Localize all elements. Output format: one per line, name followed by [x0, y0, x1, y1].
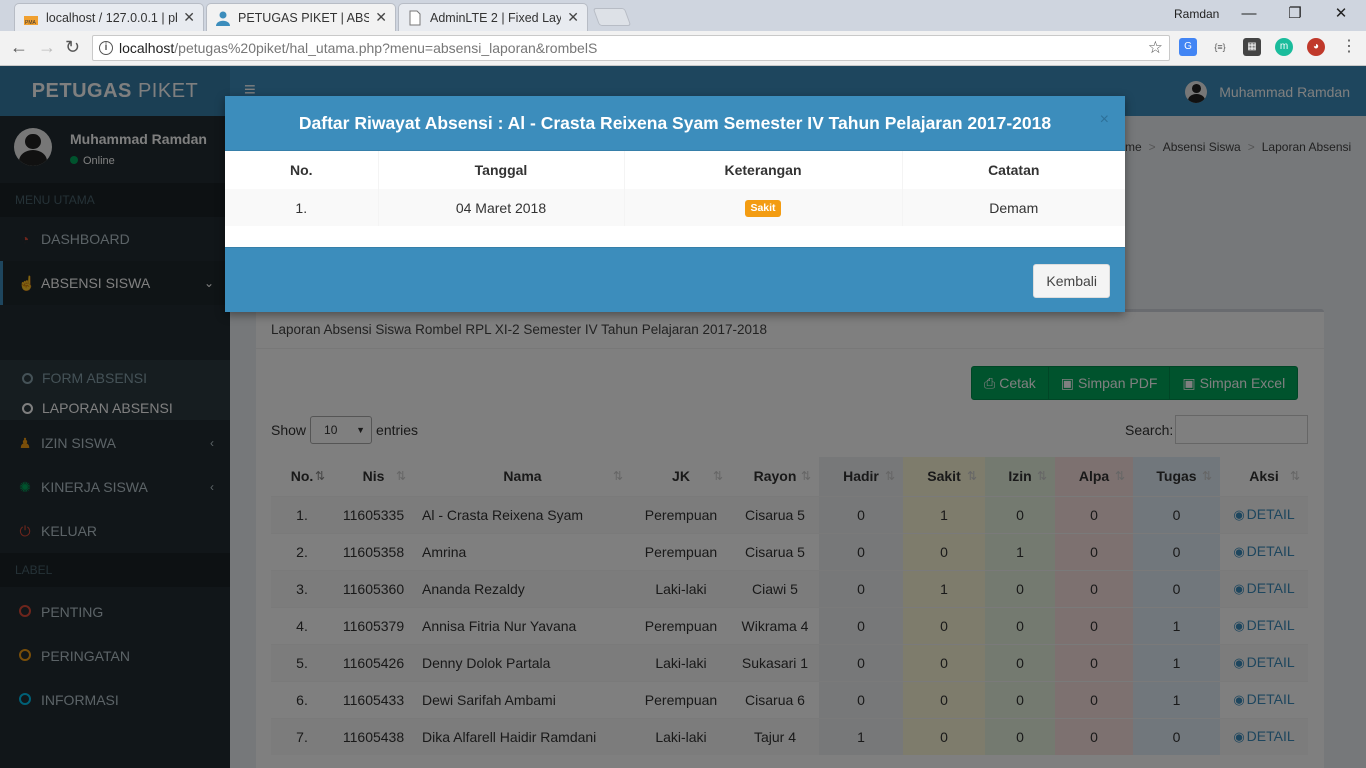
modal-footer: Kembali	[225, 247, 1125, 312]
user-icon	[216, 11, 230, 26]
qr-code-icon[interactable]: ▦	[1243, 38, 1261, 56]
window-profile-name[interactable]: Ramdan	[1174, 7, 1219, 21]
browser-tab-bar: PMA localhost / 127.0.0.1 | php ✕ PETUGA…	[0, 0, 1366, 31]
history-table: No. Tanggal Keterangan Catatan 1. 04 Mar…	[225, 151, 1125, 226]
address-toolbar: ← → ↻ i localhost/petugas%20piket/hal_ut…	[0, 31, 1366, 66]
browser-tab-adminlte[interactable]: AdminLTE 2 | Fixed Layou ✕	[398, 3, 588, 31]
bookmark-star-icon[interactable]: ☆	[1148, 36, 1163, 60]
json-viewer-icon[interactable]: {≡}	[1211, 38, 1229, 56]
minimize-icon[interactable]: —	[1226, 3, 1272, 27]
extension-color-icon[interactable]: ◕	[1307, 38, 1325, 56]
close-tab-icon[interactable]: ✕	[375, 9, 387, 26]
back-button[interactable]: Kembali	[1033, 264, 1110, 298]
forward-icon[interactable]: →	[38, 37, 56, 58]
attendance-history-modal: Daftar Riwayat Absensi : Al - Crasta Rei…	[225, 96, 1125, 312]
page-icon	[409, 10, 421, 25]
close-tab-icon[interactable]: ✕	[567, 9, 579, 26]
close-tab-icon[interactable]: ✕	[183, 9, 195, 26]
browser-tab-phpmyadmin[interactable]: PMA localhost / 127.0.0.1 | php ✕	[14, 3, 204, 31]
address-bar[interactable]: i localhost/petugas%20piket/hal_utama.ph…	[92, 35, 1170, 61]
svg-text:PMA: PMA	[25, 20, 37, 26]
table-row: 1. 04 Maret 2018 Sakit Demam	[225, 189, 1125, 226]
modal-title: Daftar Riwayat Absensi : Al - Crasta Rei…	[225, 96, 1125, 151]
status-badge: Sakit	[745, 200, 781, 217]
extension-m-icon[interactable]: m	[1275, 38, 1293, 56]
new-tab-button[interactable]	[592, 8, 632, 26]
browser-menu-icon[interactable]: ⋮	[1340, 38, 1358, 56]
table-header-row: No. Tanggal Keterangan Catatan	[225, 151, 1125, 189]
reload-icon[interactable]: ↻	[65, 37, 80, 58]
close-icon[interactable]: ×	[1100, 112, 1109, 128]
close-window-icon[interactable]: ✕	[1318, 3, 1364, 27]
restore-icon[interactable]: ❐	[1272, 3, 1318, 27]
back-icon[interactable]: ←	[10, 37, 28, 58]
browser-tab-petugas-piket[interactable]: PETUGAS PIKET | ABSENS ✕	[206, 3, 396, 31]
site-info-icon[interactable]: i	[99, 41, 113, 55]
translate-icon[interactable]: G	[1179, 38, 1197, 56]
phpmyadmin-icon: PMA	[24, 15, 38, 26]
